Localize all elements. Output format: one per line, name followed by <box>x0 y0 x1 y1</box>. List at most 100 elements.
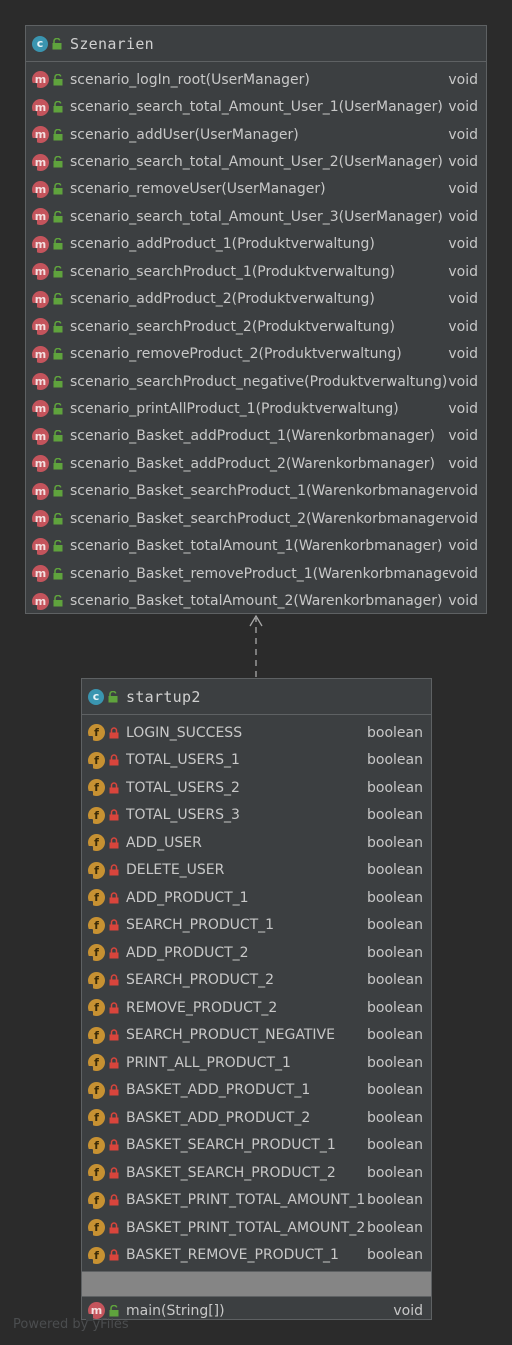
public-visibility-icon <box>53 156 63 168</box>
field-name: BASKET_SEARCH_PRODUCT_1 <box>126 1137 336 1154</box>
method-row[interactable]: m scenario_searchProduct_2(Produktverwalt… <box>26 313 486 340</box>
method-row[interactable]: m scenario_Basket_searchProduct_1(Warenko… <box>26 478 486 505</box>
return-type: void <box>448 373 478 390</box>
method-row[interactable]: m scenario_searchProduct_1(Produktverwalt… <box>26 258 486 285</box>
field-name: TOTAL_USERS_2 <box>126 779 240 796</box>
method-row[interactable]: m scenario_search_total_Amount_User_1(Use… <box>26 93 486 120</box>
private-lock-icon <box>109 1002 119 1014</box>
method-row[interactable]: m scenario_printAllProduct_1(Produktverwa… <box>26 395 486 422</box>
return-type: void <box>448 71 478 88</box>
field-row[interactable]: f BASKET_ADD_PRODUCT_2 boolean <box>82 1104 431 1132</box>
method-name: scenario_logIn_root(UserManager) <box>70 71 310 88</box>
method-row[interactable]: m scenario_logIn_root(UserManager) void <box>26 66 486 93</box>
method-row[interactable]: m scenario_addProduct_2(Produktverwaltung… <box>26 286 486 313</box>
field-row[interactable]: f PRINT_ALL_PRODUCT_1 boolean <box>82 1049 431 1077</box>
field-row[interactable]: f BASKET_ADD_PRODUCT_1 boolean <box>82 1077 431 1105</box>
public-visibility-icon <box>53 348 63 360</box>
field-name: SEARCH_PRODUCT_1 <box>126 917 275 934</box>
class-box-szenarien[interactable]: c Szenarien m scenario_logIn_root(UserMan… <box>25 25 487 614</box>
field-icon: f <box>86 861 105 881</box>
field-row[interactable]: f TOTAL_USERS_2 boolean <box>82 774 431 802</box>
field-row[interactable]: f LOGIN_SUCCESS boolean <box>82 719 431 747</box>
field-row[interactable]: f SEARCH_PRODUCT_1 boolean <box>82 912 431 940</box>
field-icon: f <box>86 916 105 936</box>
field-row[interactable]: f TOTAL_USERS_1 boolean <box>82 747 431 775</box>
method-row[interactable]: m scenario_Basket_removeProduct_1(Warenko… <box>26 560 486 587</box>
method-name: scenario_Basket_removeProduct_1(Warenkor… <box>70 565 449 582</box>
field-name: BASKET_REMOVE_PRODUCT_1 <box>126 1247 339 1264</box>
method-row[interactable]: m scenario_addUser(UserManager) void <box>26 121 486 148</box>
field-row[interactable]: f TOTAL_USERS_3 boolean <box>82 802 431 830</box>
class-header[interactable]: c Szenarien <box>26 26 486 62</box>
return-type: boolean <box>367 972 423 989</box>
field-name: TOTAL_USERS_3 <box>126 807 240 824</box>
method-name: scenario_addProduct_1(Produktverwaltung) <box>70 236 375 253</box>
return-type: void <box>448 181 478 198</box>
return-type: boolean <box>367 1082 423 1099</box>
method-row[interactable]: m scenario_search_total_Amount_User_2(Use… <box>26 148 486 175</box>
method-row[interactable]: m scenario_removeUser(UserManager) void <box>26 176 486 203</box>
private-lock-icon <box>109 782 119 794</box>
method-name: scenario_searchProduct_negative(Produktv… <box>70 373 448 390</box>
field-row[interactable]: f REMOVE_PRODUCT_2 boolean <box>82 994 431 1022</box>
class-header[interactable]: c startup2 <box>82 679 431 715</box>
field-row[interactable]: f BASKET_PRINT_TOTAL_AMOUNT_1 boolean <box>82 1187 431 1215</box>
method-row[interactable]: m scenario_Basket_totalAmount_2(Warenkorb… <box>26 587 486 614</box>
field-name: SEARCH_PRODUCT_NEGATIVE <box>126 1027 335 1044</box>
return-type: void <box>448 428 478 445</box>
method-name: scenario_searchProduct_1(Produktverwaltu… <box>70 263 396 280</box>
private-lock-icon <box>109 1139 119 1151</box>
class-box-startup2[interactable]: c startup2 f LOGIN_SUCCESS boolean f TOTAL_U… <box>81 678 432 1322</box>
method-name: scenario_searchProduct_2(Produktverwaltu… <box>70 318 396 335</box>
field-row[interactable]: f ADD_PRODUCT_2 boolean <box>82 939 431 967</box>
public-visibility-icon <box>53 485 63 497</box>
field-name: SEARCH_PRODUCT_2 <box>126 972 275 989</box>
method-icon: m <box>30 126 49 146</box>
field-row[interactable]: f BASKET_REMOVE_PRODUCT_1 boolean <box>82 1242 431 1270</box>
field-list: f LOGIN_SUCCESS boolean f TOTAL_USERS_1 boole… <box>82 715 431 1269</box>
field-row[interactable]: f BASKET_SEARCH_PRODUCT_1 boolean <box>82 1132 431 1160</box>
method-row[interactable]: m scenario_Basket_totalAmount_1(Warenkorb… <box>26 532 486 559</box>
field-icon: f <box>86 806 105 826</box>
class-title: startup2 <box>126 687 201 706</box>
field-row[interactable]: f BASKET_PRINT_TOTAL_AMOUNT_2 boolean <box>82 1214 431 1242</box>
field-icon: f <box>86 1109 105 1129</box>
field-icon: f <box>86 779 105 799</box>
method-row[interactable]: m scenario_Basket_addProduct_2(Warenkorbm… <box>26 450 486 477</box>
method-icon: m <box>30 98 49 118</box>
field-name: ADD_USER <box>126 834 202 851</box>
field-icon: f <box>86 889 105 909</box>
private-lock-icon <box>109 1029 119 1041</box>
public-visibility-icon <box>53 457 63 470</box>
field-row[interactable]: f ADD_PRODUCT_1 boolean <box>82 884 431 912</box>
return-type: void <box>448 510 478 527</box>
field-icon: f <box>86 1219 105 1239</box>
public-visibility-icon <box>53 73 63 86</box>
method-icon: m <box>30 290 49 310</box>
method-icon: m <box>30 400 49 420</box>
method-row[interactable]: m scenario_search_total_Amount_User_3(Use… <box>26 203 486 230</box>
method-name: scenario_search_total_Amount_User_2(User… <box>70 154 443 171</box>
field-row[interactable]: f BASKET_SEARCH_PRODUCT_2 boolean <box>82 1159 431 1187</box>
method-row[interactable]: m scenario_searchProduct_negative(Produkt… <box>26 368 486 395</box>
method-row[interactable]: m scenario_Basket_searchProduct_2(Warenko… <box>26 505 486 532</box>
method-row[interactable]: m main(String[]) void <box>82 1297 431 1325</box>
method-row[interactable]: m scenario_addProduct_1(Produktverwaltung… <box>26 231 486 258</box>
field-icon: f <box>86 834 105 854</box>
field-row[interactable]: f ADD_USER boolean <box>82 829 431 857</box>
method-icon: m <box>30 71 49 91</box>
method-row[interactable]: m scenario_removeProduct_2(Produktverwalt… <box>26 340 486 367</box>
field-row[interactable]: f DELETE_USER boolean <box>82 857 431 885</box>
field-row[interactable]: f SEARCH_PRODUCT_NEGATIVE boolean <box>82 1022 431 1050</box>
method-name: scenario_removeProduct_2(Produktverwaltu… <box>70 346 402 363</box>
method-list: m main(String[]) void <box>82 1297 431 1325</box>
return-type: void <box>448 318 478 335</box>
return-type: boolean <box>367 724 423 741</box>
return-type: void <box>448 565 478 582</box>
method-name: scenario_Basket_addProduct_2(Warenkorbma… <box>70 455 435 472</box>
public-visibility-icon <box>53 238 63 250</box>
method-list: m scenario_logIn_root(UserManager) void m sc… <box>26 62 486 615</box>
method-row[interactable]: m scenario_Basket_addProduct_1(Warenkorbm… <box>26 423 486 450</box>
return-type: boolean <box>367 999 423 1016</box>
field-row[interactable]: f SEARCH_PRODUCT_2 boolean <box>82 967 431 995</box>
